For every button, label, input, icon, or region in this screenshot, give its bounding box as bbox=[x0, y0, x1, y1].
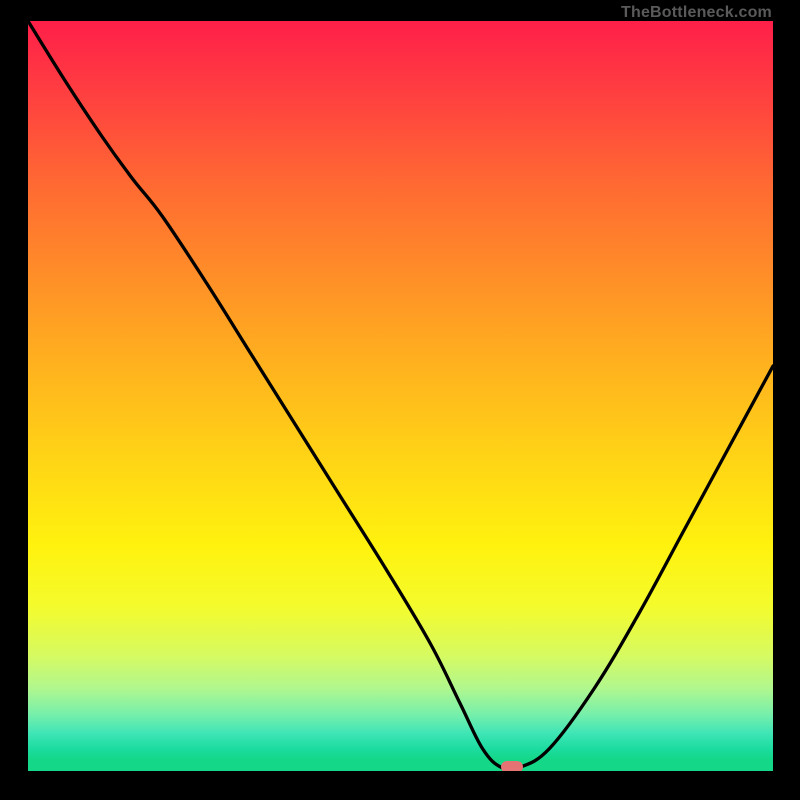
chart-frame bbox=[28, 21, 773, 771]
bottleneck-curve-svg bbox=[28, 21, 773, 771]
attribution-text: TheBottleneck.com bbox=[621, 4, 772, 22]
optimal-point-marker bbox=[501, 761, 523, 771]
bottleneck-curve-path bbox=[28, 21, 773, 770]
